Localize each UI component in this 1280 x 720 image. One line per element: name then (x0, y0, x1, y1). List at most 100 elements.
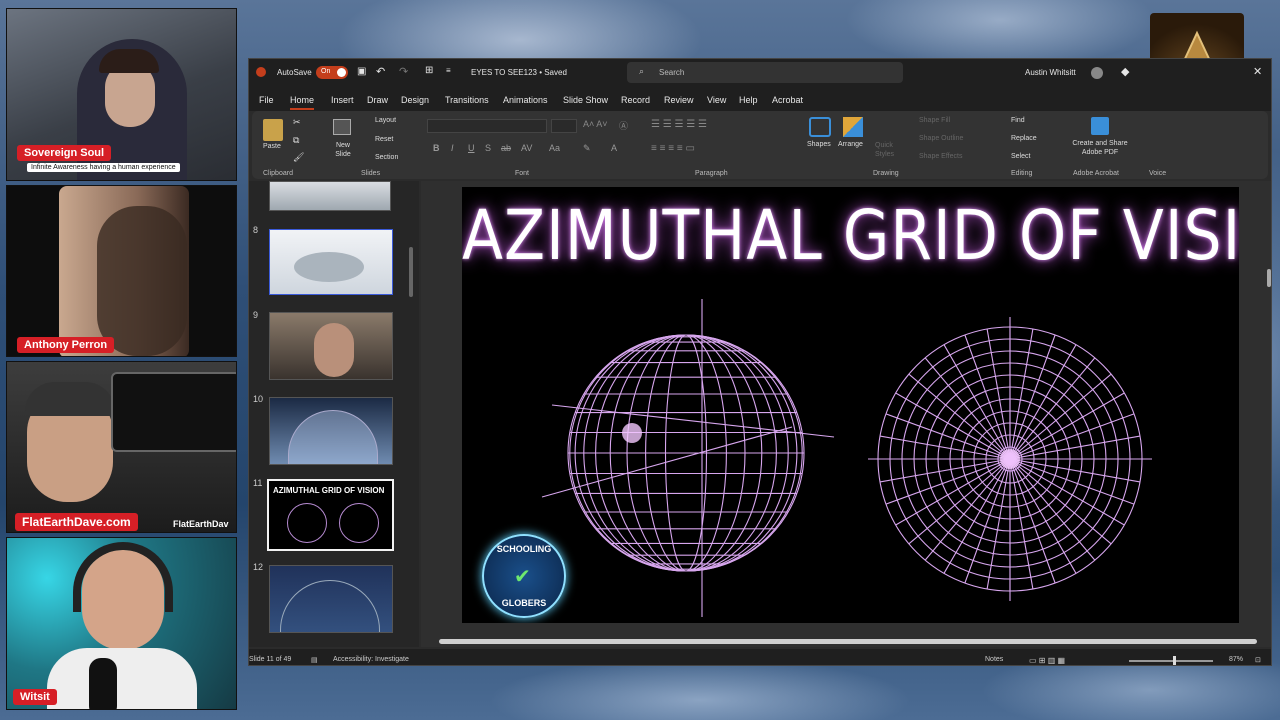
replace-button[interactable]: Replace (1011, 135, 1037, 142)
autosave-toggle[interactable]: On (316, 66, 348, 79)
slide-count: Slide 11 of 49 (249, 656, 292, 663)
globe-axis (541, 426, 793, 498)
accessibility-status[interactable]: Accessibility: Investigate (333, 656, 409, 663)
menu-home[interactable]: Home (290, 95, 315, 110)
fit-slide-icon[interactable]: ⊡ (1255, 656, 1261, 664)
underline-icon[interactable]: U (468, 143, 475, 153)
shape-effects-button[interactable]: Shape Effects (919, 153, 962, 160)
drawing-group-label: Drawing (873, 170, 899, 177)
find-button[interactable]: Find (1011, 117, 1025, 124)
beanie-icon (25, 382, 115, 416)
canvas-vscroll[interactable] (1267, 269, 1271, 287)
font-size-box[interactable] (551, 119, 577, 133)
cut-icon[interactable]: ✂ (293, 117, 301, 128)
present-icon[interactable]: ⊞ (425, 65, 433, 76)
thumbnail-slide-12[interactable] (269, 565, 393, 633)
shirt (47, 648, 197, 709)
undo-icon[interactable]: ↶ (376, 65, 385, 78)
menu-slide-show[interactable]: Slide Show (563, 95, 608, 105)
thumbnail-scrollbar[interactable] (409, 247, 413, 297)
document-title[interactable]: EYES TO SEE123 • Saved (471, 68, 567, 77)
shadow-icon[interactable]: S (485, 143, 491, 153)
canvas-hscroll[interactable] (439, 639, 1257, 644)
search-box[interactable]: ⌕ Search (627, 62, 903, 83)
copy-icon[interactable]: ⧉ (293, 135, 299, 146)
menu-review[interactable]: Review (664, 95, 694, 105)
arrange-icon[interactable] (843, 117, 863, 137)
autosave-label: AutoSave (277, 68, 312, 77)
clipboard-group-label: Clipboard (263, 170, 293, 177)
new-slide-icon[interactable] (333, 119, 351, 135)
slides-group-label: Slides (361, 170, 381, 177)
create-share-pdf-button[interactable]: Create and Share Adobe PDF (1067, 139, 1133, 157)
view-buttons[interactable]: ▭ ⊞ ▥ ▦ (1029, 656, 1065, 665)
bold-icon[interactable]: B (433, 143, 440, 153)
thumb-dome (288, 410, 378, 464)
shape-outline-button[interactable]: Shape Outline (919, 135, 963, 142)
menu-file[interactable]: File (259, 95, 274, 105)
italic-icon[interactable]: I (451, 143, 454, 153)
layout-button[interactable]: Layout (375, 117, 396, 124)
section-button[interactable]: Section (375, 154, 398, 161)
search-placeholder: Search (659, 68, 685, 77)
zoom-slider[interactable] (1129, 660, 1213, 662)
select-button[interactable]: Select (1011, 153, 1030, 160)
thumbnail-slide-9[interactable] (269, 312, 393, 380)
menu-insert[interactable]: Insert (331, 95, 354, 105)
arrange-button[interactable]: Arrange (838, 141, 863, 148)
bullets-icon[interactable]: ☰ ☰ ☰ ☰ ☰ (651, 119, 707, 130)
save-icon[interactable]: ▣ (357, 66, 366, 77)
shapes-button[interactable]: Shapes (807, 141, 831, 148)
paste-icon[interactable] (263, 119, 283, 141)
zoom-level[interactable]: 87% (1229, 656, 1243, 663)
redo-icon[interactable]: ↷ (399, 65, 408, 78)
zoom-slider-thumb[interactable] (1173, 656, 1176, 665)
thumbnail-slide-10[interactable] (269, 397, 393, 465)
user-avatar[interactable] (1091, 67, 1103, 79)
menu-acrobat[interactable]: Acrobat (772, 95, 803, 105)
char-spacing-icon[interactable]: AV (521, 143, 532, 153)
menu-record[interactable]: Record (621, 95, 650, 105)
new-slide-button[interactable]: New Slide (329, 141, 357, 159)
grow-font-icon[interactable]: A˄ A˅ (583, 119, 608, 129)
menu-help[interactable]: Help (739, 95, 758, 105)
thumbnail-slide-11[interactable]: AZIMUTHAL GRID OF VISION (267, 479, 394, 551)
reset-button[interactable]: Reset (375, 136, 393, 143)
user-name[interactable]: Austin Whitsitt (1025, 68, 1076, 77)
menu-animations[interactable]: Animations (503, 95, 548, 105)
schooling-globers-logo: SCHOOLING ✔ GLOBERS (482, 534, 566, 618)
thumb-partial[interactable] (269, 181, 391, 211)
thumb-number: 12 (253, 562, 264, 572)
webcam-anthony-perron: Anthony Perron (6, 185, 237, 357)
spellcheck-icon[interactable]: ▤ (311, 656, 318, 664)
align-icons[interactable]: ≡ ≡ ≡ ≡ ▭ (651, 143, 695, 154)
strikethrough-icon[interactable]: ab (501, 143, 511, 153)
close-icon[interactable]: ✕ (1253, 65, 1262, 78)
font-color-icon[interactable]: A (611, 143, 617, 153)
menu-draw[interactable]: Draw (367, 95, 388, 105)
premium-diamond-icon[interactable]: ◆ (1121, 65, 1129, 78)
customize-toolbar-icon[interactable]: ≡ (446, 66, 451, 75)
cam-name-label: Anthony Perron (17, 337, 115, 353)
shape-fill-button[interactable]: Shape Fill (919, 117, 950, 124)
menu-view[interactable]: View (707, 95, 726, 105)
current-slide[interactable]: AZIMUTHAL GRID OF VISION SCHOOLING ✔ GLO… (462, 187, 1239, 623)
clear-format-icon[interactable]: Ⓐ (619, 119, 628, 132)
highlight-icon[interactable]: ✎ (583, 143, 591, 154)
shapes-icon[interactable] (809, 117, 831, 137)
thumbnail-slide-8[interactable] (269, 229, 393, 295)
quick-styles-button[interactable]: Quick Styles (875, 141, 899, 159)
change-case-icon[interactable]: Aa (549, 143, 560, 153)
notes-button[interactable]: Notes (985, 656, 1003, 663)
menu-transitions[interactable]: Transitions (445, 95, 489, 105)
adobe-pdf-icon[interactable] (1091, 117, 1109, 135)
font-group-label: Font (515, 170, 530, 177)
webcam-witsit: Witsit (6, 537, 237, 710)
menu-design[interactable]: Design (401, 95, 429, 105)
paste-button[interactable]: Paste (263, 143, 281, 150)
toggle-knob (337, 68, 346, 77)
font-name-box[interactable] (427, 119, 547, 133)
format-painter-icon[interactable]: 🖌 (293, 152, 304, 163)
thumb-number: 9 (253, 310, 259, 320)
powerpoint-window: AutoSave On ▣ ↶ ↷ ⊞ ≡ EYES TO SEE123 • S… (248, 58, 1272, 666)
